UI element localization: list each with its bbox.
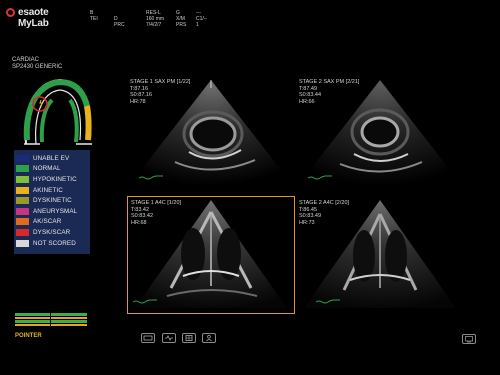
- pointer-label[interactable]: POINTER: [15, 333, 42, 339]
- param-prc: PRC: [114, 22, 125, 28]
- legend-swatch: [16, 154, 29, 162]
- legend-swatch: [16, 165, 29, 173]
- exam-type: CARDIAC: [12, 57, 40, 63]
- header-col-2: D PRC: [114, 10, 125, 28]
- monitor-icon[interactable]: [462, 334, 476, 344]
- person-icon[interactable]: [202, 333, 216, 343]
- grid-icon[interactable]: [182, 333, 196, 343]
- legend-item[interactable]: NORMAL: [16, 164, 88, 175]
- selected-view-frame: [127, 196, 295, 314]
- esaote-logo: esaote MyLab: [6, 6, 76, 29]
- probe-name: SP2430 GENERIC: [12, 64, 63, 70]
- film-icon[interactable]: [141, 333, 155, 343]
- header-col-3: RES-L 160 mm 7/4/2/7: [146, 10, 164, 28]
- legend-item[interactable]: AKINETIC: [16, 185, 88, 196]
- legend-label: NOT SCORED: [33, 239, 76, 247]
- legend-label: HYPOKINETIC: [33, 175, 77, 183]
- wall-motion-legend: UNABLE EV NORMAL HYPOKINETIC AKINETIC DYSKIN…: [14, 150, 90, 254]
- legend-swatch: [16, 186, 29, 194]
- legend-label: NORMAL: [33, 165, 61, 173]
- loop-icon[interactable]: [162, 333, 176, 343]
- legend-item[interactable]: ANEURYSMAL: [16, 206, 88, 217]
- legend-item[interactable]: DYSKINETIC: [16, 195, 88, 206]
- exam-info: CARDIAC SP2430 GENERIC: [12, 57, 62, 71]
- param-prc-value: 7/4/2/7: [146, 22, 162, 28]
- view-stage1-sax[interactable]: STAGE 1 SAX PM [1/22] T:87.16 S0:87.16 HR:7…: [127, 74, 295, 190]
- legend-swatch: [16, 175, 29, 183]
- param-prs-value: 1: [196, 22, 199, 28]
- view-label: STAGE 1 SAX PM [1/22] T:87.16 S0:87.16 HR:7…: [130, 79, 191, 105]
- legend-item[interactable]: DYSK/SCAR: [16, 227, 88, 238]
- legend-swatch: [16, 218, 29, 226]
- legend-item[interactable]: AK/SCAR: [16, 217, 88, 228]
- param-prs: PRS: [176, 22, 187, 28]
- logo-ring-icon: [6, 8, 15, 17]
- legend-swatch: [16, 207, 29, 215]
- legend-swatch: [16, 228, 29, 236]
- legend-label: DYSKINETIC: [33, 197, 72, 205]
- legend-item[interactable]: NOT SCORED: [16, 238, 88, 249]
- view-label: STAGE 2 SAX PM [2/21] T:87.49 S0:83.44 HR:6…: [299, 79, 360, 105]
- legend-label: ANEURYSMAL: [33, 207, 78, 215]
- header-col-4: G X/M PRS: [176, 10, 186, 28]
- logo-text: esaote MyLab: [18, 7, 49, 29]
- legend-item[interactable]: HYPOKINETIC: [16, 174, 88, 185]
- legend-item[interactable]: UNABLE EV: [16, 153, 88, 164]
- header-col-1: B TEI: [90, 10, 98, 22]
- legend-label: DYSK/SCAR: [33, 228, 71, 236]
- param-tei: TEI: [90, 16, 98, 22]
- view-label: STAGE 2 A4C [2/20] T:86.45 S0:83.49 HR:73: [299, 200, 350, 226]
- header-col-5: --- C1/-- 1: [196, 10, 207, 28]
- score-strip: [15, 313, 87, 327]
- legend-label: UNABLE EV: [33, 154, 70, 162]
- heart-segment-diagram[interactable]: [18, 74, 100, 154]
- legend-swatch: [16, 239, 29, 247]
- legend-swatch: [16, 197, 29, 205]
- view-stage2-a4c[interactable]: STAGE 2 A4C [2/20] T:86.45 S0:83.49 HR:73: [296, 196, 464, 314]
- view-stage2-sax[interactable]: STAGE 2 SAX PM [2/21] T:87.49 S0:83.44 HR:6…: [296, 74, 464, 190]
- legend-label: AKINETIC: [33, 186, 63, 194]
- legend-label: AK/SCAR: [33, 218, 62, 226]
